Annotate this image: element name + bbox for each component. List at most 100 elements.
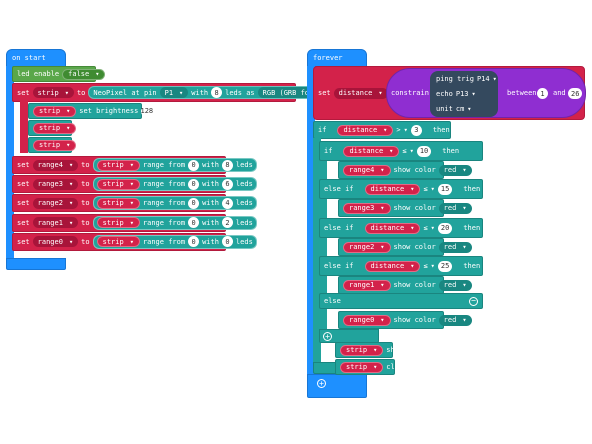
color-dropdown[interactable]: red	[438, 279, 472, 291]
set-range-block[interactable]: set range3 to strip range from 0 with 6 …	[12, 175, 257, 194]
branch-header[interactable]: else if distance ≤ 25 then −	[319, 256, 491, 276]
operator-dropdown[interactable]: ≤	[423, 185, 434, 193]
led-enable-block[interactable]: led enable false	[12, 66, 106, 82]
set-range-block[interactable]: set range2 to strip range from 0 with 4 …	[12, 194, 257, 213]
range-count-input[interactable]: 6	[221, 178, 233, 190]
show-color-block[interactable]: range2 show color red	[338, 238, 472, 256]
operator-dropdown[interactable]: ≤	[402, 147, 413, 155]
range-var-dropdown[interactable]: range1	[32, 217, 79, 229]
branch-header[interactable]: else if distance ≤ 20 then −	[319, 218, 491, 238]
range-from-block[interactable]: strip range from 0 with 0 leds	[92, 234, 257, 249]
set-range-block[interactable]: set range1 to strip range from 0 with 2 …	[12, 213, 257, 232]
range-start-input[interactable]: 0	[188, 236, 200, 248]
set-range-block[interactable]: set range4 to strip range from 0 with 8 …	[12, 156, 257, 174]
strip-show-block[interactable]: strip show	[335, 342, 403, 358]
compare-block[interactable]: distance ≤ 10	[335, 145, 439, 158]
strip-var-pill[interactable]: strip	[96, 178, 140, 190]
color-dropdown[interactable]: red	[438, 314, 472, 326]
range-count-input[interactable]: 0	[221, 236, 233, 248]
led-enable-dropdown[interactable]: false	[62, 68, 106, 80]
operator-dropdown[interactable]: ≤	[423, 262, 434, 270]
range-start-input[interactable]: 0	[188, 159, 200, 171]
range-start-input[interactable]: 0	[188, 217, 200, 229]
range-var-pill[interactable]: range0	[343, 314, 391, 326]
range-from-block[interactable]: strip range from 0 with 8 leds	[92, 158, 257, 172]
range-start-input[interactable]: 0	[188, 197, 200, 209]
forever-hat[interactable]: forever	[307, 49, 367, 67]
strip-var-pill[interactable]: strip	[96, 236, 140, 248]
show-color-block[interactable]: range0 show color red	[338, 311, 472, 329]
show-color-block[interactable]: range1 show color red	[338, 276, 472, 294]
color-dropdown[interactable]: red	[438, 202, 472, 214]
distance-var-pill[interactable]: distance	[365, 184, 421, 195]
compare-value-input[interactable]: 25	[438, 261, 452, 272]
branch-header[interactable]: else if distance ≤ 15 then −	[319, 179, 491, 199]
on-start-hat[interactable]: on start	[6, 49, 66, 67]
high-bound-input[interactable]: 26	[568, 88, 583, 99]
strip-var-pill[interactable]: strip	[96, 197, 140, 209]
compare-block[interactable]: distance > 3	[329, 124, 429, 137]
range-var-pill[interactable]: range2	[343, 241, 391, 253]
strip-var-pill[interactable]: strip	[33, 139, 77, 151]
constrain-block[interactable]: constrain ping trig P14 echo P13 unit cm…	[386, 68, 586, 118]
range-var-pill[interactable]: range3	[343, 202, 391, 214]
range-var-dropdown[interactable]: range4	[32, 159, 79, 171]
else-header[interactable]: else −	[319, 293, 483, 309]
strip-var-pill[interactable]: strip	[340, 361, 384, 373]
outer-if-block[interactable]: if distance > 3 then	[313, 121, 451, 139]
range-count-input[interactable]: 2	[221, 217, 233, 229]
strip-var-pill[interactable]: strip	[96, 159, 140, 171]
range-var-dropdown[interactable]: range0	[32, 236, 79, 248]
compare-value-input[interactable]: 20	[438, 223, 452, 234]
strip-var-pill[interactable]: strip	[33, 105, 77, 117]
strip-var-pill[interactable]: strip	[96, 217, 140, 229]
minus-circle-icon[interactable]: −	[483, 184, 491, 194]
distance-var-pill[interactable]: distance	[343, 146, 399, 157]
brightness-input[interactable]: 128	[140, 105, 153, 117]
minus-circle-icon[interactable]: −	[469, 296, 478, 306]
distance-var-pill[interactable]: distance	[337, 125, 393, 136]
strip-set-brightness-block[interactable]: strip set brightness 128	[28, 103, 153, 119]
range-from-block[interactable]: strip range from 0 with 2 leds	[92, 215, 257, 230]
operator-dropdown[interactable]: ≤	[423, 224, 434, 232]
strip-var-dropdown[interactable]: strip	[32, 87, 74, 98]
compare-block[interactable]: distance ≤ 15	[357, 183, 461, 196]
distance-var-pill[interactable]: distance	[365, 223, 421, 234]
range-var-pill[interactable]: range1	[343, 279, 391, 291]
compare-value-input[interactable]: 15	[438, 184, 452, 195]
range-start-input[interactable]: 0	[188, 178, 200, 190]
ping-block[interactable]: ping trig P14 echo P13 unit cm	[430, 71, 498, 117]
strip-clear-block[interactable]: strip clear	[335, 359, 407, 375]
distance-var-dropdown[interactable]: distance	[333, 87, 388, 99]
strip-show-block[interactable]: strip show	[28, 137, 96, 153]
range-count-input[interactable]: 4	[221, 197, 233, 209]
color-dropdown[interactable]: red	[438, 241, 472, 253]
range-from-block[interactable]: strip range from 0 with 4 leds	[92, 196, 257, 211]
color-dropdown[interactable]: red	[438, 164, 472, 176]
set-range-block[interactable]: set range0 to strip range from 0 with 0 …	[12, 232, 257, 251]
branch-header[interactable]: if distance ≤ 10 then	[319, 141, 483, 161]
range-from-block[interactable]: strip range from 0 with 6 leds	[92, 177, 257, 192]
range-var-pill[interactable]: range4	[343, 164, 391, 176]
show-color-block[interactable]: range4 show color red	[338, 161, 472, 179]
range-count-input[interactable]: 8	[221, 159, 233, 171]
range-var-dropdown[interactable]: range3	[32, 178, 79, 190]
operator-dropdown[interactable]: >	[396, 126, 407, 134]
pin-dropdown[interactable]: P1	[159, 87, 189, 98]
strip-clear-block[interactable]: strip clear	[28, 120, 100, 136]
trig-pin-dropdown[interactable]: P14	[477, 75, 497, 83]
minus-circle-icon[interactable]: −	[483, 223, 491, 233]
compare-block[interactable]: distance ≤ 20	[357, 222, 461, 235]
compare-block[interactable]: distance ≤ 25	[357, 260, 461, 273]
range-var-dropdown[interactable]: range2	[32, 197, 79, 209]
strip-var-pill[interactable]: strip	[340, 344, 384, 356]
distance-var-pill[interactable]: distance	[365, 261, 421, 272]
plus-circle-icon[interactable]: +	[317, 379, 326, 388]
show-color-block[interactable]: range3 show color red	[338, 199, 472, 217]
led-count-input[interactable]: 8	[211, 87, 223, 98]
low-bound-input[interactable]: 1	[537, 88, 548, 99]
set-strip-block[interactable]: set strip to NeoPixel at pin P1 with 8 l…	[12, 83, 351, 102]
unit-dropdown[interactable]: cm	[456, 105, 472, 113]
compare-value-input[interactable]: 10	[417, 146, 431, 157]
strip-var-pill[interactable]: strip	[33, 122, 77, 134]
